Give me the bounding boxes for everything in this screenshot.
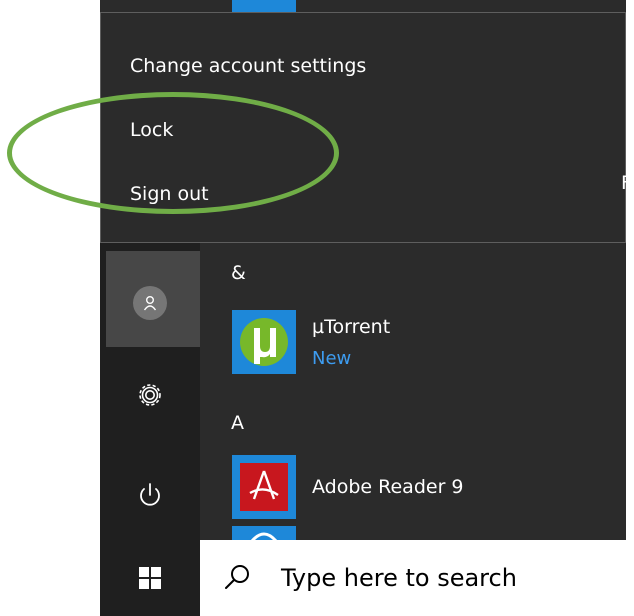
windows-logo-icon [139, 567, 161, 589]
desktop-edge [626, 0, 634, 540]
start-button[interactable] [100, 540, 200, 616]
section-header-ampersand[interactable]: & [231, 262, 246, 284]
adobe-reader-tile[interactable] [232, 455, 296, 519]
search-icon [222, 563, 252, 593]
adobe-reader-icon [240, 463, 288, 511]
app-tile-partial-bottom[interactable] [232, 526, 296, 540]
app-tile-partial-top[interactable] [232, 0, 296, 12]
search-placeholder: Type here to search [281, 564, 517, 592]
gear-icon[interactable] [133, 378, 167, 412]
section-header-a[interactable]: A [231, 412, 244, 434]
power-icon[interactable] [133, 478, 167, 512]
new-badge: New [312, 348, 352, 369]
utorrent-icon [240, 318, 288, 366]
app-name-utorrent[interactable]: µTorrent [312, 316, 390, 338]
lock-item[interactable]: Lock [130, 119, 173, 141]
account-menu: Change account settings Lock Sign out [100, 12, 626, 243]
change-account-settings-item[interactable]: Change account settings [130, 55, 366, 77]
avatar-icon [133, 286, 167, 320]
sign-out-item[interactable]: Sign out [130, 183, 209, 205]
app-name-adobe-reader[interactable]: Adobe Reader 9 [312, 476, 464, 498]
utorrent-tile[interactable] [232, 310, 296, 374]
partial-text: F [621, 172, 632, 194]
